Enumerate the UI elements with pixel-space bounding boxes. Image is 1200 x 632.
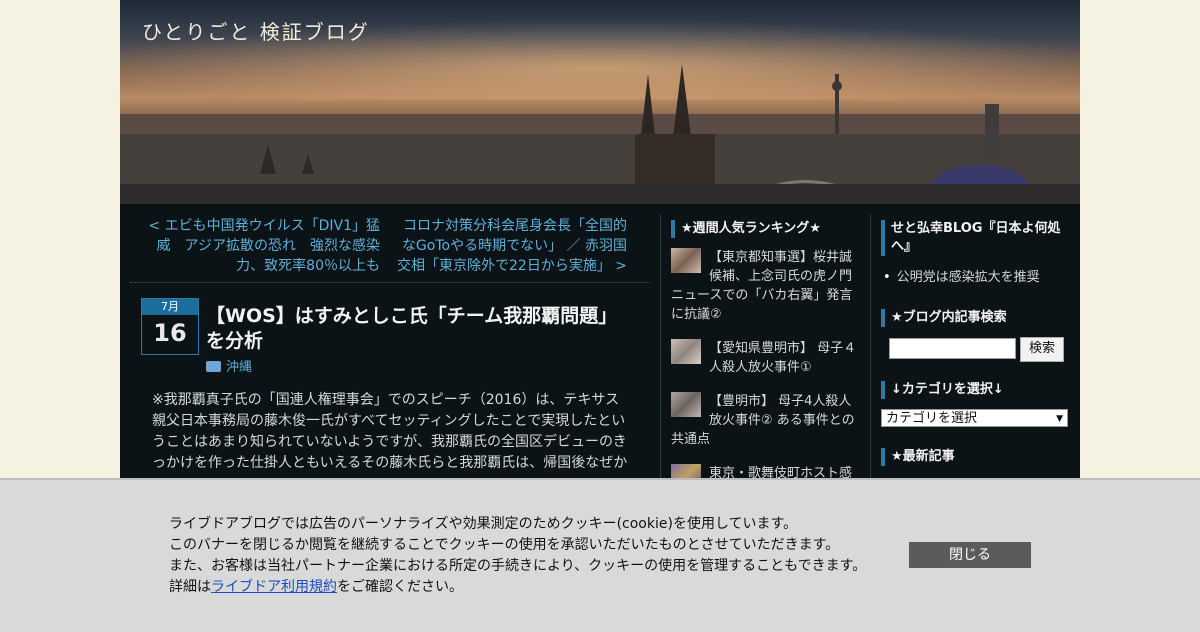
- ranking-thumbnail[interactable]: [671, 339, 701, 364]
- site-title[interactable]: ひとりごと 検証ブログ: [142, 16, 370, 45]
- blog-link-heading: せと弘幸BLOG『日本よ何処へ』: [881, 220, 1063, 256]
- folder-icon: [206, 361, 221, 372]
- article-category[interactable]: 沖縄: [206, 356, 252, 375]
- cookie-message: ライブドアブログでは広告のパーソナライズや効果測定のためクッキー(cookie)…: [169, 514, 866, 598]
- ranking-item[interactable]: 【豊明市】 母子4人殺人放火事件② ある事件との共通点: [671, 392, 857, 449]
- ranking-thumbnail[interactable]: [671, 248, 701, 273]
- cityscape-image: [120, 64, 1080, 204]
- ranking-item[interactable]: 【東京都知事選】桜井誠候補、上念司氏の虎ノ門ニュースでの「バカ右翼」発言に抗議②: [671, 248, 857, 324]
- cookie-line: ライブドアブログでは広告のパーソナライズや効果測定のためクッキー(cookie)…: [169, 516, 798, 532]
- prev-article-link[interactable]: < エビも中国発ウイルス「DIV1」猛威 アジア拡散の恐れ 強烈な感染力、致死率…: [140, 216, 380, 276]
- ranking-heading: ★週間人気ランキング★: [671, 220, 821, 238]
- header-banner[interactable]: ひとりごと 検証ブログ: [120, 0, 1080, 204]
- post-date: 7月 16: [141, 298, 199, 355]
- ranking-thumbnail[interactable]: [671, 392, 701, 417]
- cookie-line: また、お客様は当社パートナー企業における所定の手続きにより、クッキーの使用を管理…: [169, 558, 867, 574]
- post-month: 7月: [142, 299, 198, 315]
- post-day: 16: [153, 319, 187, 347]
- ranking-item-title[interactable]: 【愛知県豊明市】 母子４人殺人放火事件①: [709, 341, 856, 375]
- cookie-line: このバナーを閉じるか閲覧を継続することでクッキーの使用を承認いただいたものとさせ…: [169, 537, 840, 553]
- article-title[interactable]: 【WOS】はすみとしこ氏「チーム我那覇問題」を分析: [206, 304, 636, 354]
- article-pager: < エビも中国発ウイルス「DIV1」猛威 アジア拡散の恐れ 強烈な感染力、致死率…: [130, 216, 650, 283]
- category-label[interactable]: 沖縄: [226, 360, 252, 375]
- latest-heading: ★最新記事: [881, 448, 955, 466]
- article-body: ※我那覇真子氏の「国連人権理事会」でのスピーチ（2016）は、テキサス親父日本事…: [152, 392, 628, 471]
- dropdown-arrow-icon[interactable]: ▼: [1056, 410, 1063, 428]
- cookie-banner: ライブドアブログでは広告のパーソナライズや効果測定のためクッキー(cookie)…: [0, 478, 1200, 632]
- terms-link[interactable]: ライブドア利用規約: [211, 579, 337, 595]
- ranking-item[interactable]: 【愛知県豊明市】 母子４人殺人放火事件①: [671, 339, 857, 377]
- next-article-link[interactable]: コロナ対策分科会尾身会長「全国的なGoToやる時期でない」 ／ 赤羽国交相「東京…: [395, 216, 627, 276]
- close-button[interactable]: 閉じる: [909, 542, 1031, 568]
- category-select[interactable]: カテゴリを選択 ▼: [881, 409, 1068, 427]
- cookie-detail-suffix: をご確認ください。: [337, 579, 463, 595]
- cookie-line: 詳細はライブドア利用規約をご確認ください。: [169, 577, 866, 598]
- category-select-value[interactable]: カテゴリを選択: [886, 411, 977, 426]
- cookie-detail-prefix: 詳細は: [169, 579, 211, 595]
- search-input[interactable]: [889, 338, 1016, 359]
- search-button[interactable]: 検索: [1020, 337, 1064, 362]
- search-heading: ★ブログ内記事検索: [881, 309, 1007, 327]
- category-heading: ↓カテゴリを選択↓: [881, 381, 1004, 399]
- blog-link-item[interactable]: 公明党は感染拡大を推奨: [883, 266, 1040, 285]
